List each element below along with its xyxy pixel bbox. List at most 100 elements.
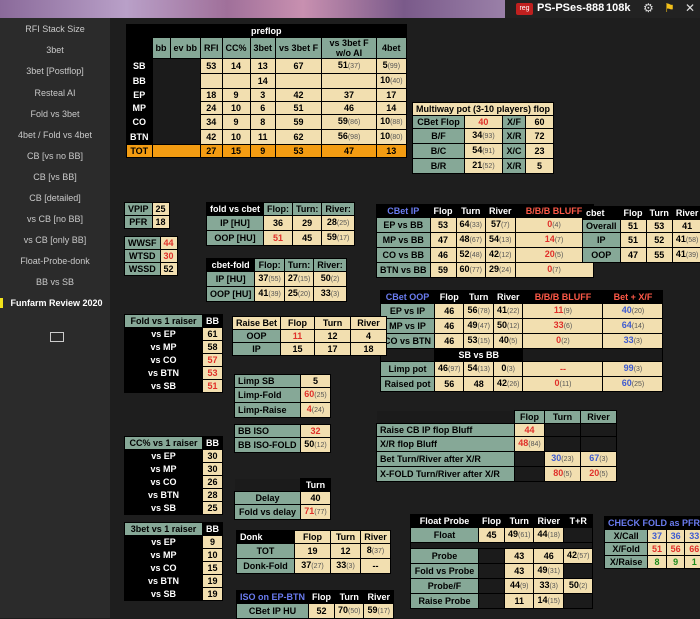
label: WSSD [125,263,161,276]
sample: (20) [632,308,644,315]
cell: 59(86) [322,115,377,130]
label: TOT [237,544,295,559]
cell: 59 [276,115,322,130]
value: 5 [301,375,331,388]
cell: 3 [250,89,276,102]
sidebar-item-resteal[interactable]: Resteal AI [0,88,110,98]
cell: 9 [222,89,250,102]
sidebar-item-3bet-postflop[interactable]: 3bet [Postflop] [0,66,110,76]
sample: (9) [563,308,572,315]
sidebar-item-3bet[interactable]: 3bet [0,45,110,55]
cell: 53 [201,59,223,74]
cbet-fold-table: cbet-foldFlop:Turn:River: IP [HU]37(55)2… [206,258,347,302]
value: 50 [321,273,331,283]
row-pos: EP [127,89,153,102]
col: Flop [281,317,315,330]
raise-cb-table: FlopTurnRiver Raise CB IP flop Bluff44 X… [376,410,617,482]
sample: (5) [599,471,608,478]
value: 5 [526,159,554,174]
sample: (91) [482,148,494,155]
value: 42 [567,550,577,560]
chart-icon[interactable] [50,332,64,342]
col: Flop [515,411,545,424]
value: 49 [508,529,518,539]
sample: (12) [499,252,511,259]
label: vs SB [125,380,203,393]
sample: (77) [470,267,482,274]
title: Donk [237,531,295,544]
sidebar-item-rfi[interactable]: RFI Stack Size [0,24,110,34]
value: 51 [620,233,646,248]
col: Flop [430,205,456,218]
preflop-title: preflop [127,25,407,38]
pin-icon[interactable]: ⚑ [664,1,675,15]
value: 28 [327,217,337,227]
label: vs BTN [125,367,203,380]
cell: 51(37) [322,59,377,74]
value: 32 [301,425,331,438]
value: 10 [380,75,390,85]
sidebar-item-fold-3bet[interactable]: Fold vs 3bet [0,109,110,119]
value: 61 [203,328,223,341]
label: Raise CB IP flop Bluff [377,424,515,437]
value: 28 [203,489,223,502]
cell: 28(25) [322,216,355,231]
value: 47 [430,233,456,248]
sample: (3) [331,291,340,298]
sidebar-item-funfarm[interactable]: Funfarm Review 2020 [0,298,110,308]
value: 42 [497,378,507,388]
label: X/R [502,159,525,174]
close-icon[interactable]: ✕ [685,1,695,15]
cbet-ip-table: CBet IPFlopTurnRiverB/B/B BLUFF EP vs BB… [376,204,594,278]
title: 3bet vs 1 raiser [125,523,203,536]
label: IP [HU] [207,216,264,231]
sidebar-item-cb-detailed[interactable]: CB [detailed] [0,193,110,203]
value: 54 [472,145,482,155]
sample: (3) [634,366,643,373]
label: BB ISO-FOLD [235,438,301,453]
sample: (5) [509,338,518,345]
value: 46 [435,319,464,334]
col: River [364,591,394,604]
sidebar-item-bb-vs-sb[interactable]: BB vs SB [0,277,110,287]
value: 41 [672,220,700,233]
sidebar-item-float-probe-donk[interactable]: Float-Probe-donk [0,256,110,266]
sidebar-item-4bet[interactable]: 4bet / Fold vs 4bet [0,130,110,140]
sample: (11) [560,381,572,388]
sample: (7) [552,267,561,274]
value: 54 [489,234,499,244]
label: vs MP [125,549,203,562]
sidebar-item-vs-cb-no-bb[interactable]: vs CB [no BB] [0,214,110,224]
label: MP vs BB [377,233,431,248]
label: CBet Flop [413,116,465,129]
value: 57 [491,219,501,229]
label: X/Fold [605,543,648,556]
sidebar-item-vs-cb-only-bb[interactable]: vs CB [only BB] [0,235,110,245]
col: Turn [335,591,364,604]
sample: (7) [555,237,564,244]
value: 47 [620,248,646,263]
value: 37 [301,560,311,570]
sample: (4) [552,222,561,229]
title: CBet IP [377,205,431,218]
cell: 67 [276,59,322,74]
cell: 10(80) [377,130,406,145]
sample: (98) [348,134,360,141]
title: CHECK FOLD as PFR [605,517,700,530]
label: WWSF [125,237,161,250]
value: 25 [203,502,223,515]
col: Turn [646,207,672,220]
sidebar-item-cb-bb[interactable]: CB [vs BB] [0,172,110,182]
value: 37 [258,273,268,283]
sample: (48) [470,252,482,259]
col-bb: bb [152,38,170,59]
value: 37 [648,530,667,543]
gear-icon[interactable]: ⚙ [643,1,654,15]
banner-image [0,0,505,18]
sidebar-item-cb-no-bb[interactable]: CB [vs no BB] [0,151,110,161]
sample: (12) [507,323,519,330]
cell: 5(99) [377,59,406,74]
col-rfi: RFI [201,38,223,59]
sample: (25) [632,381,644,388]
value: 10 [380,131,390,141]
